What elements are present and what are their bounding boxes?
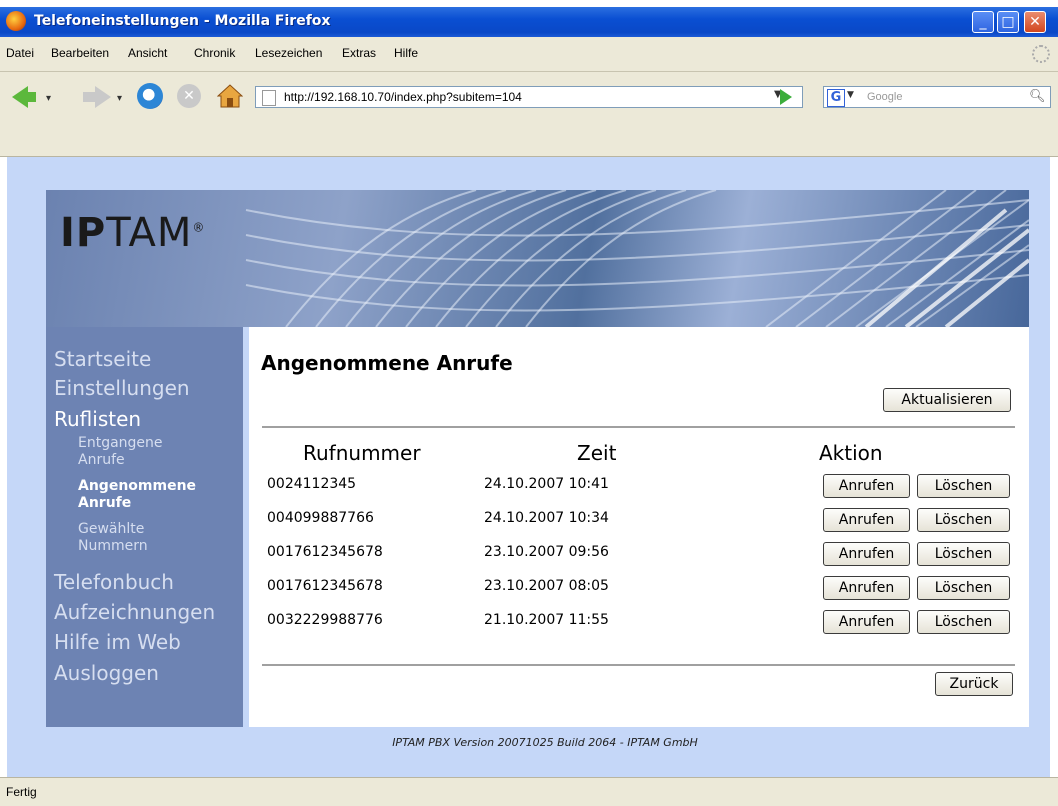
back-button[interactable]: Zurück bbox=[935, 672, 1013, 696]
iptam-logo: IPTAM® bbox=[60, 210, 205, 256]
sidebar-item-hilfe-im-web[interactable]: Hilfe im Web bbox=[54, 630, 181, 654]
menu-chronik[interactable]: Chronik bbox=[194, 46, 235, 60]
subitem-line2: Anrufe bbox=[78, 495, 132, 511]
menu-bar: Datei Bearbeiten Ansicht Chronik Lesezei… bbox=[0, 37, 1058, 72]
firefox-logo-icon bbox=[6, 11, 26, 31]
throbber-icon bbox=[1032, 45, 1050, 63]
status-text: Fertig bbox=[6, 785, 37, 799]
delete-button[interactable]: Löschen bbox=[917, 508, 1010, 532]
logo-registered-mark: ® bbox=[192, 220, 206, 235]
call-button[interactable]: Anrufen bbox=[823, 542, 910, 566]
window-title: Telefoneinstellungen - Mozilla Firefox bbox=[34, 13, 331, 29]
subitem-line2: Nummern bbox=[78, 538, 148, 554]
bookmarks-bar bbox=[0, 122, 1058, 157]
row-time: 23.10.2007 09:56 bbox=[484, 544, 609, 560]
search-icon[interactable]: 🔍︎ bbox=[1029, 89, 1047, 105]
go-icon[interactable] bbox=[780, 89, 792, 105]
subitem-line1: Entgangene bbox=[78, 435, 163, 451]
subitem-line1: Angenommene bbox=[78, 478, 197, 494]
call-button[interactable]: Anrufen bbox=[823, 508, 910, 532]
call-button[interactable]: Anrufen bbox=[823, 576, 910, 600]
table-row: 0024112345 24.10.2007 10:41 Anrufen Lösc… bbox=[249, 472, 1029, 506]
logo-light-text: TAM bbox=[106, 210, 193, 256]
table-row: 0017612345678 23.10.2007 08:05 Anrufen L… bbox=[249, 574, 1029, 608]
table-row: 004099887766 24.10.2007 10:34 Anrufen Lö… bbox=[249, 506, 1029, 540]
home-icon[interactable] bbox=[217, 83, 243, 109]
sidebar-item-telefonbuch[interactable]: Telefonbuch bbox=[54, 570, 174, 594]
subitem-line1: Gewählte bbox=[78, 521, 145, 537]
status-bar: Fertig bbox=[0, 777, 1058, 806]
subitem-line2: Anrufe bbox=[78, 452, 125, 468]
url-bar[interactable]: http://192.168.10.70/index.php?subitem=1… bbox=[255, 86, 803, 108]
row-number: 0032229988776 bbox=[267, 612, 383, 628]
row-number: 0017612345678 bbox=[267, 578, 383, 594]
sidebar-nav: Startseite Einstellungen Ruflisten Entga… bbox=[46, 327, 243, 727]
row-number: 004099887766 bbox=[267, 510, 374, 526]
sidebar-subitem-angenommene-anrufe[interactable]: Angenommene Anrufe bbox=[78, 478, 196, 512]
row-time: 23.10.2007 08:05 bbox=[484, 578, 609, 594]
call-button[interactable]: Anrufen bbox=[823, 474, 910, 498]
menu-extras[interactable]: Extras bbox=[342, 46, 376, 60]
back-icon-tail[interactable] bbox=[24, 92, 36, 102]
sidebar-item-aufzeichnungen[interactable]: Aufzeichnungen bbox=[54, 600, 215, 624]
back-history-chevron-icon[interactable]: ▾ bbox=[46, 93, 51, 104]
menu-ansicht[interactable]: Ansicht bbox=[128, 46, 167, 60]
column-header-rufnummer: Rufnummer bbox=[303, 441, 421, 465]
stop-icon[interactable]: ✕ bbox=[177, 84, 201, 108]
sidebar-item-ausloggen[interactable]: Ausloggen bbox=[54, 661, 159, 685]
reload-icon[interactable] bbox=[137, 83, 163, 109]
row-time: 24.10.2007 10:34 bbox=[484, 510, 609, 526]
row-time: 24.10.2007 10:41 bbox=[484, 476, 609, 492]
close-button[interactable]: ✕ bbox=[1024, 11, 1046, 33]
table-row: 0032229988776 21.10.2007 11:55 Anrufen L… bbox=[249, 608, 1029, 642]
table-row: 0017612345678 23.10.2007 09:56 Anrufen L… bbox=[249, 540, 1029, 574]
row-number: 0024112345 bbox=[267, 476, 357, 492]
delete-button[interactable]: Löschen bbox=[917, 542, 1010, 566]
page-icon bbox=[262, 90, 276, 106]
page-title: Angenommene Anrufe bbox=[261, 351, 513, 375]
sidebar-subitem-gewaehlte-nummern[interactable]: Gewählte Nummern bbox=[78, 521, 148, 555]
call-button[interactable]: Anrufen bbox=[823, 610, 910, 634]
column-header-zeit: Zeit bbox=[577, 441, 617, 465]
column-header-aktion: Aktion bbox=[819, 441, 883, 465]
row-number: 0017612345678 bbox=[267, 544, 383, 560]
sidebar-item-ruflisten[interactable]: Ruflisten bbox=[54, 407, 141, 431]
divider-bottom bbox=[262, 664, 1015, 666]
forward-icon-tail[interactable] bbox=[83, 92, 95, 102]
minimize-button[interactable]: _ bbox=[972, 11, 994, 33]
delete-button[interactable]: Löschen bbox=[917, 576, 1010, 600]
maximize-button[interactable]: □ bbox=[997, 11, 1019, 33]
version-text: IPTAM PBX Version 20071025 Build 2064 - … bbox=[392, 736, 698, 749]
row-time: 21.10.2007 11:55 bbox=[484, 612, 609, 628]
sidebar-item-einstellungen[interactable]: Einstellungen bbox=[54, 376, 190, 400]
url-text[interactable]: http://192.168.10.70/index.php?subitem=1… bbox=[284, 90, 522, 104]
navigation-toolbar: ▾ ▾ ✕ http://192.168.10.70/index.php?sub… bbox=[0, 72, 1058, 122]
version-footer: IPTAM PBX Version 20071025 Build 2064 - … bbox=[0, 736, 1058, 749]
delete-button[interactable]: Löschen bbox=[917, 474, 1010, 498]
search-box[interactable]: G ▼ Google 🔍︎ bbox=[823, 86, 1051, 108]
main-content: Angenommene Anrufe Aktualisieren Rufnumm… bbox=[249, 327, 1029, 727]
logo-strong-text: IP bbox=[60, 210, 107, 256]
divider-top bbox=[262, 426, 1015, 428]
delete-button[interactable]: Löschen bbox=[917, 610, 1010, 634]
search-placeholder[interactable]: Google bbox=[867, 91, 902, 103]
menu-hilfe[interactable]: Hilfe bbox=[394, 46, 418, 60]
menu-lesezeichen[interactable]: Lesezeichen bbox=[255, 46, 322, 60]
menu-datei[interactable]: Datei bbox=[6, 46, 34, 60]
search-engine-dropdown-icon[interactable]: ▼ bbox=[847, 90, 854, 100]
forward-history-chevron-icon[interactable]: ▾ bbox=[117, 93, 122, 104]
window-titlebar: Telefoneinstellungen - Mozilla Firefox _… bbox=[0, 7, 1058, 37]
refresh-button[interactable]: Aktualisieren bbox=[883, 388, 1011, 412]
sidebar-item-startseite[interactable]: Startseite bbox=[54, 347, 151, 371]
google-icon[interactable]: G bbox=[827, 89, 845, 107]
forward-icon[interactable] bbox=[95, 86, 111, 108]
menu-bearbeiten[interactable]: Bearbeiten bbox=[51, 46, 109, 60]
sidebar-subitem-entgangene-anrufe[interactable]: Entgangene Anrufe bbox=[78, 435, 163, 469]
